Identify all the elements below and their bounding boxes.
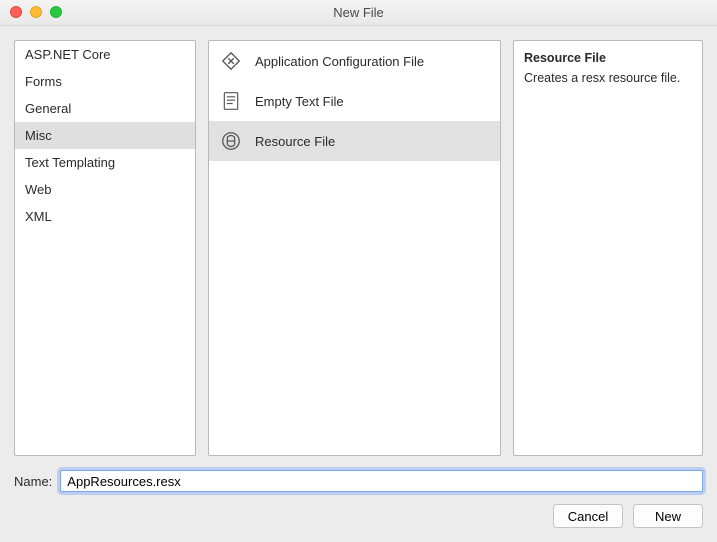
category-item-templating[interactable]: Text Templating	[15, 149, 195, 176]
description-body: Creates a resx resource file.	[524, 69, 692, 87]
template-list: Application Configuration File Empty Tex…	[208, 40, 501, 456]
category-label: Forms	[25, 74, 62, 89]
template-label: Resource File	[255, 134, 335, 149]
close-icon[interactable]	[10, 6, 22, 18]
category-item-forms[interactable]: Forms	[15, 68, 195, 95]
category-item-aspnet[interactable]: ASP.NET Core	[15, 41, 195, 68]
template-label: Empty Text File	[255, 94, 344, 109]
category-label: Misc	[25, 128, 52, 143]
config-icon	[219, 49, 243, 73]
category-label: XML	[25, 209, 52, 224]
category-item-web[interactable]: Web	[15, 176, 195, 203]
dialog-buttons: Cancel New	[553, 504, 703, 528]
zoom-icon[interactable]	[50, 6, 62, 18]
titlebar: New File	[0, 0, 717, 26]
category-label: Text Templating	[25, 155, 115, 170]
category-label: General	[25, 101, 71, 116]
textfile-icon	[219, 89, 243, 113]
name-label: Name:	[14, 474, 52, 489]
main-panels: ASP.NET Core Forms General Misc Text Tem…	[0, 26, 717, 456]
cancel-button[interactable]: Cancel	[553, 504, 623, 528]
resource-icon	[219, 129, 243, 153]
category-item-general[interactable]: General	[15, 95, 195, 122]
template-item-config[interactable]: Application Configuration File	[209, 41, 500, 81]
template-item-resource[interactable]: Resource File	[209, 121, 500, 161]
new-button[interactable]: New	[633, 504, 703, 528]
description-panel: Resource File Creates a resx resource fi…	[513, 40, 703, 456]
category-label: Web	[25, 182, 52, 197]
template-label: Application Configuration File	[255, 54, 424, 69]
category-label: ASP.NET Core	[25, 47, 111, 62]
minimize-icon[interactable]	[30, 6, 42, 18]
name-input[interactable]	[60, 470, 703, 492]
window-controls	[10, 6, 62, 18]
window-title: New File	[333, 5, 384, 20]
category-item-xml[interactable]: XML	[15, 203, 195, 230]
name-row: Name:	[0, 456, 717, 492]
category-item-misc[interactable]: Misc	[15, 122, 195, 149]
description-title: Resource File	[524, 49, 692, 67]
template-item-textfile[interactable]: Empty Text File	[209, 81, 500, 121]
category-list: ASP.NET Core Forms General Misc Text Tem…	[14, 40, 196, 456]
